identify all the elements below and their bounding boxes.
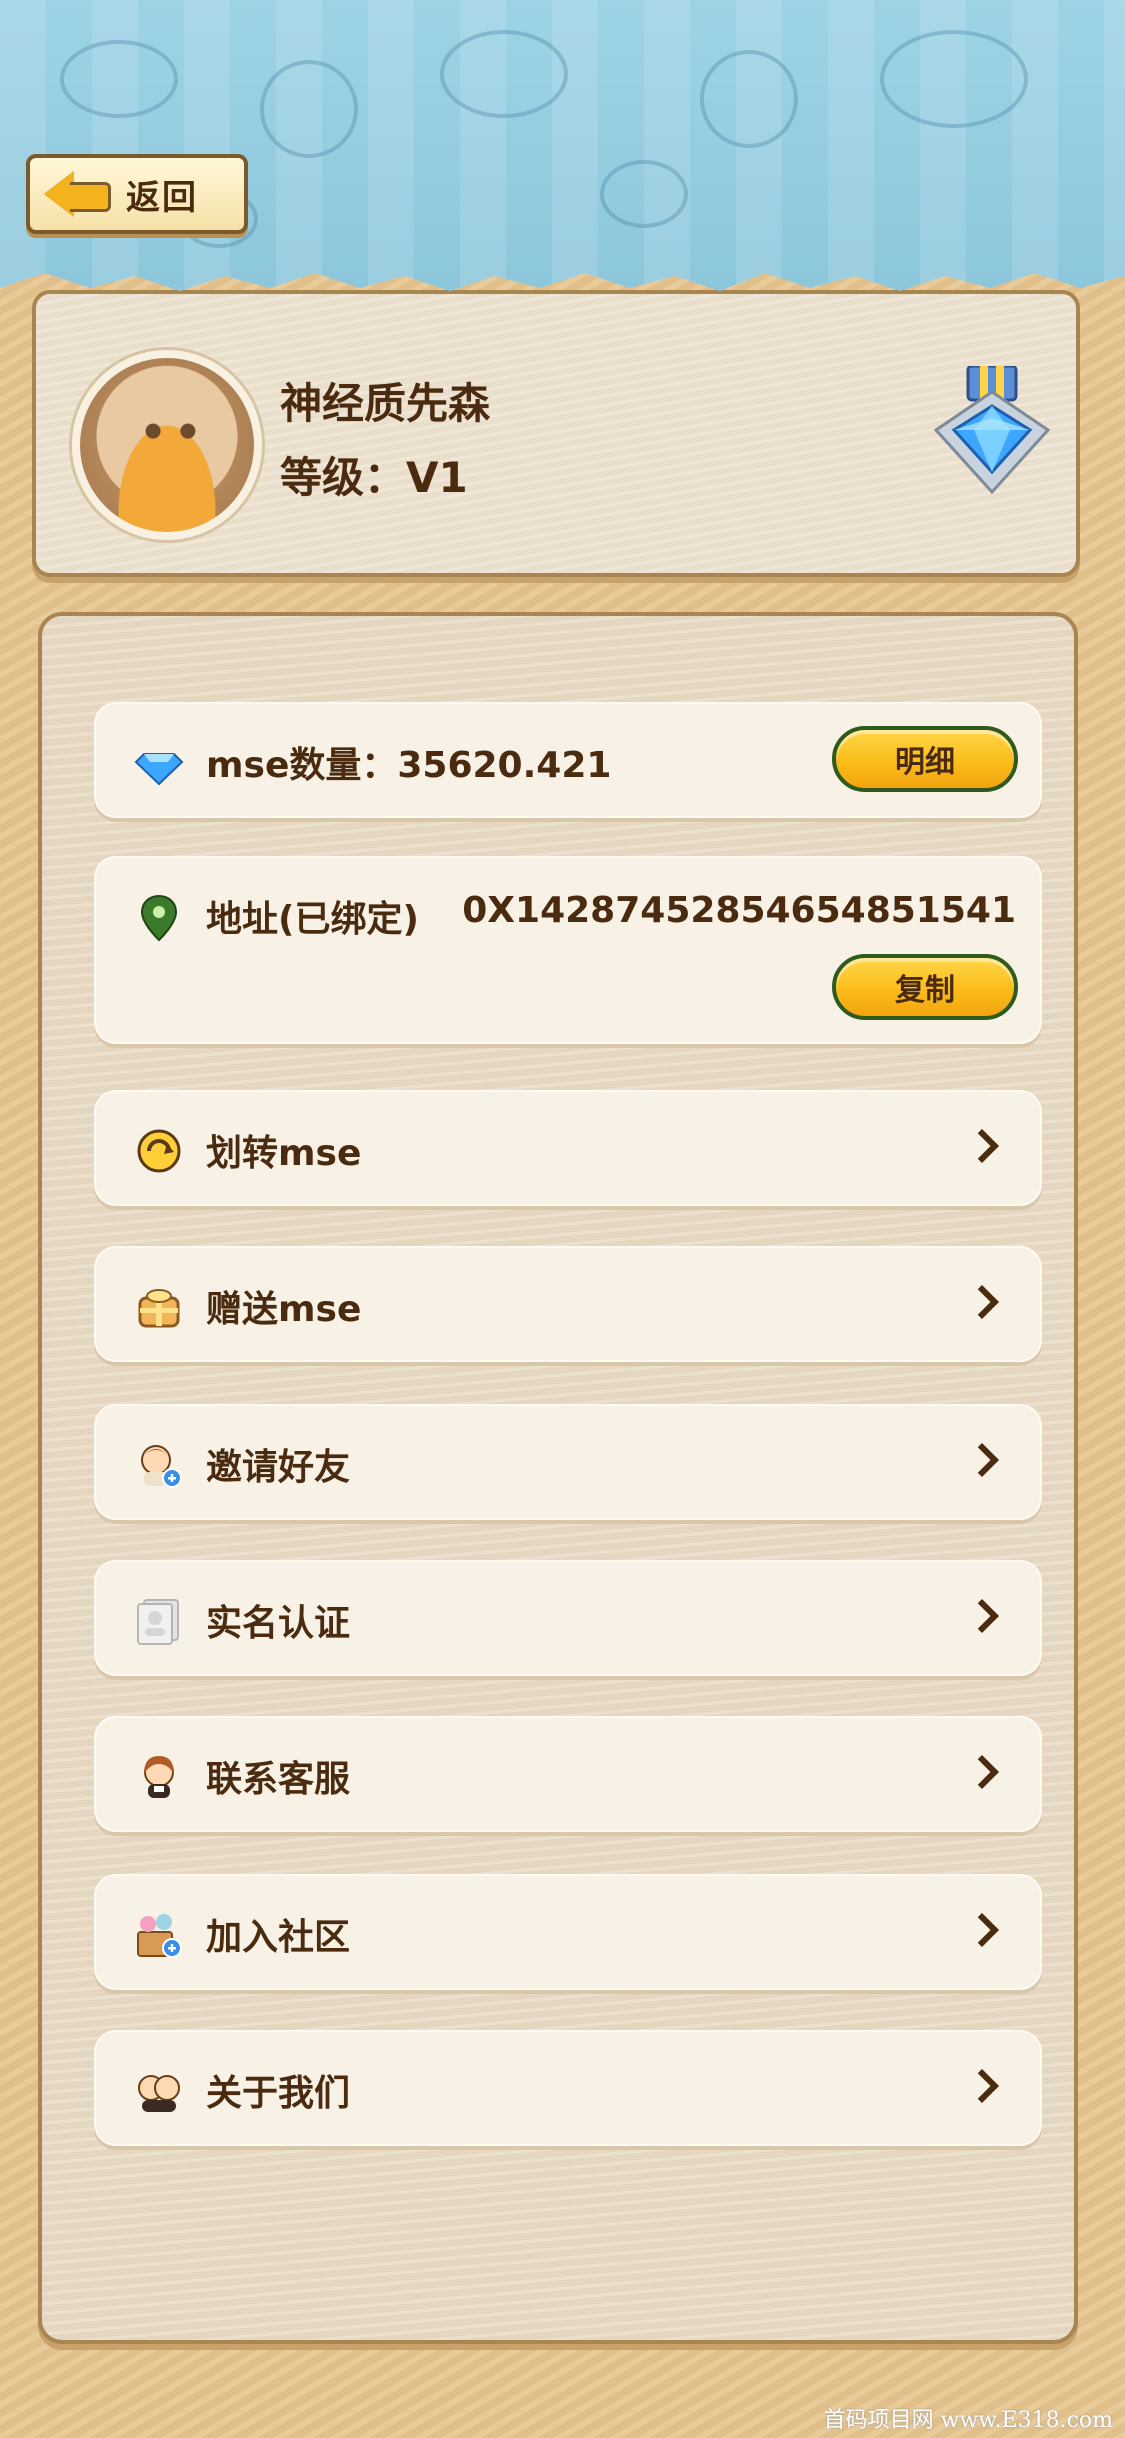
avatar[interactable] — [72, 350, 262, 540]
mse-balance-row: mse数量：35620.421 明细 — [94, 702, 1042, 818]
chevron-right-icon — [965, 1755, 999, 1789]
menu-item-label: 实名认证 — [206, 1603, 351, 1644]
menu-item-gift[interactable]: 赠送mse — [94, 1246, 1042, 1362]
fruit-doodle-icon — [260, 60, 358, 158]
mushroom-doodle-icon — [600, 160, 688, 228]
address-label: 地址(已绑定) — [206, 899, 419, 940]
transfer-icon — [137, 1129, 181, 1173]
mse-balance-label: mse数量：35620.421 — [206, 745, 612, 786]
main-panel: mse数量：35620.421 明细 地址(已绑定) 0X14287452854… — [38, 612, 1078, 2344]
id-verify-icon — [137, 1599, 179, 1645]
menu-item-invite[interactable]: 邀请好友 — [94, 1404, 1042, 1520]
username: 神经质先森 — [280, 379, 491, 428]
menu-item-label: 赠送mse — [206, 1289, 362, 1330]
pizza-doodle-icon — [440, 30, 568, 118]
back-label: 返回 — [126, 177, 198, 218]
chevron-right-icon — [965, 2069, 999, 2103]
menu-item-real-name[interactable]: 实名认证 — [94, 1560, 1042, 1676]
chevron-right-icon — [965, 1129, 999, 1163]
menu-item-label: 邀请好友 — [206, 1447, 351, 1488]
invite-friend-icon — [141, 1445, 182, 1488]
menu-item-label: 联系客服 — [206, 1759, 351, 1800]
fruit-doodle-icon — [700, 50, 798, 148]
menu-item-label: 加入社区 — [206, 1917, 351, 1958]
user-level: 等级：V1 — [280, 453, 468, 502]
menu-item-customer-service[interactable]: 联系客服 — [94, 1716, 1042, 1832]
chevron-right-icon — [965, 1913, 999, 1947]
menu-item-label: 划转mse — [206, 1133, 362, 1174]
arrow-left-icon — [44, 171, 111, 217]
menu-item-about-us[interactable]: 关于我们 — [94, 2030, 1042, 2146]
back-button[interactable]: 返回 — [26, 154, 248, 234]
gift-icon — [138, 1289, 180, 1328]
chevron-right-icon — [965, 1285, 999, 1319]
pizza-doodle-icon — [880, 30, 1028, 128]
copy-button[interactable]: 复制 — [832, 954, 1018, 1020]
menu-item-label: 关于我们 — [206, 2073, 351, 2114]
address-value: 0X14287452854654851541 — [462, 890, 1016, 931]
community-icon — [137, 1914, 182, 1958]
chevron-right-icon — [965, 1443, 999, 1477]
customer-service-icon — [144, 1756, 174, 1798]
diamond-medal-icon — [933, 366, 1051, 495]
about-us-icon — [138, 2075, 180, 2112]
menu-item-community[interactable]: 加入社区 — [94, 1874, 1042, 1990]
pizza-doodle-icon — [60, 40, 178, 118]
top-pattern-banner — [0, 0, 1125, 291]
chevron-right-icon — [965, 1599, 999, 1633]
detail-button[interactable]: 明细 — [832, 726, 1018, 792]
address-row: 地址(已绑定) 0X14287452854654851541 复制 — [94, 856, 1042, 1044]
menu-item-transfer[interactable]: 划转mse — [94, 1090, 1042, 1206]
diamond-icon — [134, 753, 184, 786]
profile-card: 神经质先森 等级：V1 — [32, 290, 1080, 577]
watermark: 首码项目网 www.E318.com — [823, 2408, 1113, 2433]
location-pin-icon — [140, 894, 178, 942]
